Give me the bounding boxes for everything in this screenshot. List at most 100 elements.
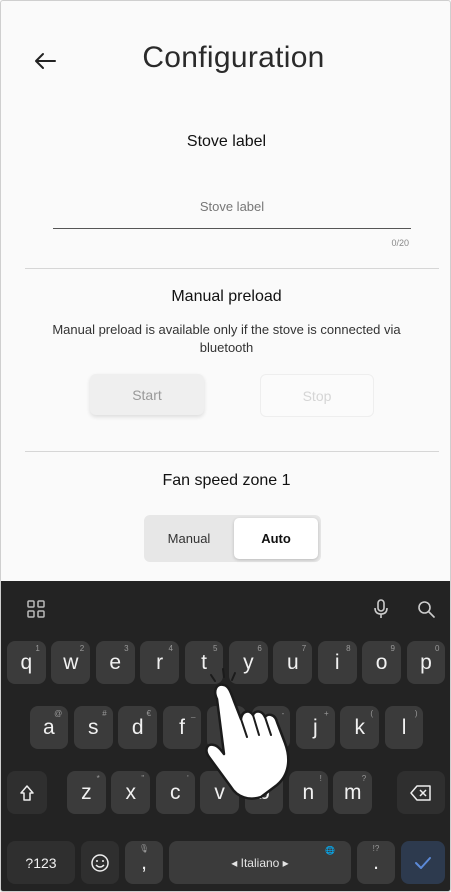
key-w[interactable]: 2w xyxy=(51,641,91,684)
key-label: r xyxy=(156,650,164,674)
key-c[interactable]: ' c xyxy=(155,771,195,814)
period-hint: !? xyxy=(372,844,380,853)
key-label: z xyxy=(81,780,92,804)
key-label: q xyxy=(20,650,33,674)
key-h[interactable]: -h xyxy=(251,706,291,749)
key-hint: ; xyxy=(275,774,278,783)
stove-label-title: Stove label xyxy=(186,133,267,150)
key-f[interactable]: _ f xyxy=(162,706,202,749)
key-a[interactable]: @ a xyxy=(29,706,69,749)
key-label: h xyxy=(265,715,277,739)
key-hint: ? xyxy=(361,774,367,783)
stop-button[interactable]: Stop xyxy=(260,374,374,417)
symbols-key[interactable]: ?123 xyxy=(7,841,75,884)
key-hint: 0 xyxy=(434,644,440,653)
language-label: ◂ Italiano ▸ xyxy=(231,855,289,870)
key-label: t xyxy=(201,650,207,674)
key-hint: 3 xyxy=(124,644,129,653)
key-label: f xyxy=(179,715,185,739)
key-x[interactable]: " x xyxy=(111,771,151,814)
key-label: w xyxy=(63,650,79,674)
soft-keyboard: 1q2w3e4r5t6y7u8i9o0p @ a # s € d _ f & g - h + j(k) l … xyxy=(1,581,450,891)
key-hint: ' xyxy=(187,774,189,783)
key-k[interactable]: (k xyxy=(340,706,380,749)
key-r[interactable]: 4r xyxy=(140,641,179,684)
key-label: y xyxy=(243,650,254,674)
key-t[interactable]: 5t xyxy=(184,641,224,684)
key-label: l xyxy=(401,715,407,739)
voice-input-button[interactable] xyxy=(367,595,395,623)
shift-key[interactable] xyxy=(7,771,47,814)
key-hint: 7 xyxy=(301,644,307,653)
backspace-key[interactable] xyxy=(397,771,445,814)
start-button[interactable]: Start xyxy=(90,374,204,415)
microphone-icon xyxy=(374,599,388,618)
emoji-icon xyxy=(91,853,109,872)
key-b[interactable]: ; b xyxy=(244,771,284,814)
key-hint: _ xyxy=(191,709,196,718)
key-n[interactable]: ! n xyxy=(289,771,328,814)
stove-label-input[interactable] xyxy=(53,185,411,229)
key-hint: 9 xyxy=(390,644,395,653)
key-i[interactable]: 8i xyxy=(317,641,357,684)
keyboard-search-button[interactable] xyxy=(412,595,440,623)
key-l[interactable]: ) l xyxy=(384,706,424,749)
key-hint: 5 xyxy=(212,644,218,653)
backspace-icon xyxy=(410,784,431,801)
key-s[interactable]: # s xyxy=(73,706,113,749)
manual-preload-title: Manual preload xyxy=(171,288,282,305)
key-label: i xyxy=(334,650,340,674)
key-label: j xyxy=(312,715,318,739)
key-label: o xyxy=(375,650,388,674)
divider xyxy=(25,268,439,269)
emoji-key[interactable] xyxy=(81,841,119,884)
key-hint: + xyxy=(324,709,329,718)
app-screen: Configuration Stove label 0/20 Manual pr… xyxy=(0,0,451,892)
keyboard-apps-button[interactable] xyxy=(22,595,50,623)
key-p[interactable]: 0p xyxy=(406,641,446,684)
comma-key[interactable]: 🎙 , xyxy=(125,841,163,884)
key-label: s xyxy=(88,715,99,739)
fan-mode-auto[interactable]: Auto xyxy=(234,518,318,559)
key-z[interactable]: * z xyxy=(67,771,106,814)
key-d[interactable]: € d xyxy=(118,706,158,749)
key-label: a xyxy=(43,715,55,739)
key-label: d xyxy=(131,715,144,739)
key-hint: - xyxy=(281,709,285,718)
key-g[interactable]: & g xyxy=(207,706,246,749)
key-e[interactable]: 3e xyxy=(95,641,135,684)
apps-grid-icon xyxy=(27,600,45,618)
stove-label-field-wrap xyxy=(53,185,411,229)
key-label: p xyxy=(420,650,432,674)
key-hint: : xyxy=(230,774,233,783)
key-hint: 2 xyxy=(79,644,85,653)
done-key[interactable] xyxy=(401,841,445,884)
key-hint: " xyxy=(141,774,145,783)
character-counter: 0/20 xyxy=(391,238,409,248)
fan-mode-toggle: Manual Auto xyxy=(144,515,321,562)
key-hint: & xyxy=(234,709,240,718)
key-y[interactable]: 6y xyxy=(229,641,268,684)
key-label: v xyxy=(214,780,225,804)
key-hint: 1 xyxy=(35,644,40,653)
key-label: g xyxy=(220,715,233,739)
manual-preload-description: Manual preload is available only if the … xyxy=(52,322,401,355)
key-o[interactable]: 9o xyxy=(362,641,401,684)
key-label: k xyxy=(354,715,365,739)
key-label: x xyxy=(125,780,137,804)
key-m[interactable]: ? m xyxy=(333,771,373,814)
key-hint: @ xyxy=(54,709,63,718)
key-q[interactable]: 1q xyxy=(7,641,46,684)
space-key[interactable]: ◂ Italiano ▸ 🌐 xyxy=(169,841,351,884)
key-hint: ) xyxy=(414,709,418,718)
key-v[interactable]: :v xyxy=(200,771,239,814)
key-j[interactable]: + j xyxy=(295,706,335,749)
shift-icon xyxy=(20,784,34,801)
fan-mode-manual[interactable]: Manual xyxy=(144,515,234,562)
page-title: Configuration xyxy=(142,41,325,74)
key-hint: € xyxy=(146,709,152,718)
period-key[interactable]: !? . xyxy=(357,841,395,884)
key-hint: ( xyxy=(370,709,374,718)
key-u[interactable]: 7u xyxy=(273,641,313,684)
key-hint: * xyxy=(96,774,100,783)
